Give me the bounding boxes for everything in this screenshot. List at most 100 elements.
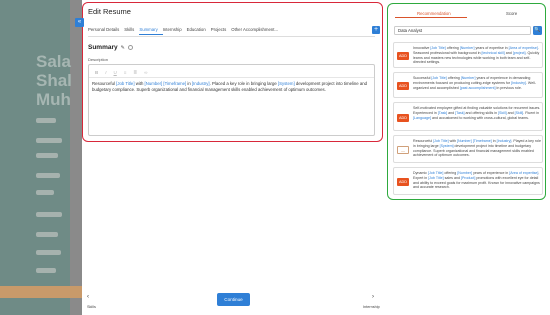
recommendation-tabs: Recommendation Score bbox=[387, 9, 546, 18]
placeholder-token: [past accomplishment] bbox=[459, 85, 496, 90]
tab-recommendation[interactable]: Recommendation bbox=[417, 11, 451, 16]
preview-line bbox=[36, 268, 56, 273]
placeholder-token: [Task] bbox=[455, 110, 465, 115]
text-segment: Successful bbox=[413, 76, 432, 80]
text-segment: Resourceful bbox=[92, 81, 117, 86]
placeholder-token: [Number] bbox=[144, 81, 163, 86]
text-segment: . Placed a key role in bringing large bbox=[209, 81, 278, 86]
text-segment: Resourceful bbox=[413, 139, 434, 143]
text-segment: Innovative bbox=[413, 46, 431, 50]
text-segment: offering bbox=[445, 46, 460, 50]
chevron-left-icon[interactable]: ‹ bbox=[87, 294, 89, 300]
placeholder-token: [Job Title] bbox=[430, 46, 446, 50]
recommendation-text: Resourceful [Job Title] with [Number] [T… bbox=[413, 139, 541, 158]
text-segment: offering bbox=[446, 76, 461, 80]
text-segment: in previous role. bbox=[495, 85, 522, 90]
resume-preview-backdrop: Sala Shal Muh bbox=[0, 0, 82, 315]
continue-button[interactable]: Continue bbox=[217, 293, 250, 306]
previous-section-label[interactable]: Skills bbox=[87, 305, 96, 309]
summary-header: Summary ✎ bbox=[88, 44, 133, 51]
placeholder-token: [project] bbox=[512, 50, 526, 55]
numbered-list-icon[interactable]: ≣ bbox=[133, 70, 137, 76]
text-segment: and offering skills in bbox=[464, 110, 499, 115]
search-icon[interactable]: 🔍 bbox=[533, 26, 542, 35]
placeholder-token: [Skill] bbox=[514, 110, 524, 115]
recommendation-text: Self-motivated employee gifted at findin… bbox=[413, 106, 541, 120]
text-segment: and bbox=[506, 110, 515, 115]
placeholder-token: [Job Title] bbox=[433, 139, 449, 143]
info-icon[interactable] bbox=[127, 45, 133, 50]
placeholder-token: [Area of expertise] bbox=[509, 171, 539, 175]
bold-icon[interactable]: B bbox=[95, 70, 98, 76]
summary-text[interactable]: Resourceful [Job Title] with [Number] [T… bbox=[92, 81, 372, 93]
add-section-button[interactable]: + bbox=[372, 26, 380, 34]
underline-icon[interactable]: U bbox=[114, 70, 117, 76]
added-indicator-button[interactable]: — bbox=[397, 146, 409, 154]
tab-other-accomplishment[interactable]: Other Accomplishment... bbox=[231, 27, 283, 36]
collapse-preview-button[interactable]: « bbox=[75, 18, 84, 27]
text-segment: with bbox=[448, 139, 457, 143]
preview-line bbox=[36, 118, 56, 123]
text-segment: with bbox=[134, 81, 145, 86]
recommendation-panel: Recommendation Score Data Analyst 🔍 ADD I… bbox=[384, 0, 550, 315]
add-recommendation-button[interactable]: ADD bbox=[397, 178, 409, 186]
text-segment: years of experience in bbox=[472, 171, 510, 175]
preview-name-blur: Sala Shal Muh bbox=[36, 52, 72, 109]
preview-line bbox=[36, 190, 54, 195]
tab-score[interactable]: Score bbox=[506, 11, 517, 16]
placeholder-token: [Job Title] bbox=[428, 175, 444, 180]
text-segment: offering bbox=[443, 171, 458, 175]
recommendation-text: Successful [Job Title] offering [Number]… bbox=[413, 76, 541, 90]
add-recommendation-button[interactable]: ADD bbox=[397, 52, 409, 60]
recommendation-card: ADD Self-motivated employee gifted at fin… bbox=[393, 102, 543, 131]
placeholder-token: [Number] bbox=[456, 139, 472, 143]
placeholder-token: [Area of expertise] bbox=[508, 46, 538, 50]
tab-projects[interactable]: Projects bbox=[211, 27, 232, 36]
add-recommendation-button[interactable]: ADD bbox=[397, 82, 409, 90]
text-segment: . Fluent in bbox=[523, 110, 540, 115]
placeholder-token: [Number] bbox=[457, 171, 473, 175]
edit-resume-panel: Edit Resume Personal Details Skills Summar… bbox=[82, 0, 384, 315]
text-segment: and accustomed to working with cross-cul… bbox=[431, 115, 529, 120]
add-recommendation-button[interactable]: ADD bbox=[397, 113, 409, 122]
placeholder-token: [technical skill] bbox=[481, 50, 505, 55]
tab-summary[interactable]: Summary bbox=[139, 27, 163, 35]
description-label: Description bbox=[88, 57, 109, 62]
italic-icon[interactable]: I bbox=[105, 70, 106, 76]
placeholder-token: [Timeframe] bbox=[472, 139, 492, 143]
tab-education[interactable]: Education bbox=[187, 27, 211, 36]
recommendation-card: ADD Innovative [Job Title] offering [Numb… bbox=[393, 42, 543, 68]
preview-line bbox=[36, 212, 62, 217]
recommendation-card: ADD Dynamic [Job Title] offering [Number]… bbox=[393, 167, 543, 195]
summary-editor[interactable]: B I U ≡ ≣ ∞ Resourceful [Job Title] with… bbox=[88, 64, 375, 136]
tab-skills[interactable]: Skills bbox=[124, 27, 139, 36]
preview-line bbox=[36, 138, 62, 143]
recommendation-card: ADD Successful [Job Title] offering [Numb… bbox=[393, 72, 543, 98]
edit-pencil-icon[interactable]: ✎ bbox=[121, 45, 125, 51]
preview-sidebar bbox=[0, 0, 70, 315]
text-segment: and bbox=[447, 110, 456, 115]
chevron-right-icon[interactable]: › bbox=[372, 294, 374, 300]
placeholder-token: [Language] bbox=[413, 115, 431, 120]
preview-banner bbox=[0, 286, 82, 298]
preview-line bbox=[36, 250, 61, 255]
tab-personal-details[interactable]: Personal Details bbox=[88, 27, 124, 36]
placeholder-token: [Industry] bbox=[511, 80, 526, 85]
bullet-list-icon[interactable]: ≡ bbox=[124, 70, 127, 76]
placeholder-token: [Industry] bbox=[191, 81, 210, 86]
text-segment: and bbox=[504, 50, 513, 55]
link-icon[interactable]: ∞ bbox=[144, 70, 147, 76]
placeholder-token: [Job Title] bbox=[427, 171, 444, 175]
recommendation-text: Innovative [Job Title] offering [Number]… bbox=[413, 46, 541, 65]
preview-line bbox=[36, 232, 58, 237]
preview-line bbox=[36, 173, 60, 178]
placeholder-token: [Number] bbox=[460, 76, 476, 80]
text-segment: Dynamic bbox=[413, 171, 428, 175]
tab-internship[interactable]: Internship bbox=[163, 27, 187, 36]
placeholder-token: [Job Title] bbox=[116, 81, 135, 86]
section-title: Summary bbox=[88, 44, 118, 51]
format-toolbar: B I U ≡ ≣ ∞ bbox=[95, 70, 147, 76]
placeholder-token: [Job Title] bbox=[431, 76, 447, 80]
job-title-search-input[interactable]: Data Analyst bbox=[394, 26, 531, 35]
next-section-label[interactable]: Internship bbox=[363, 305, 380, 309]
